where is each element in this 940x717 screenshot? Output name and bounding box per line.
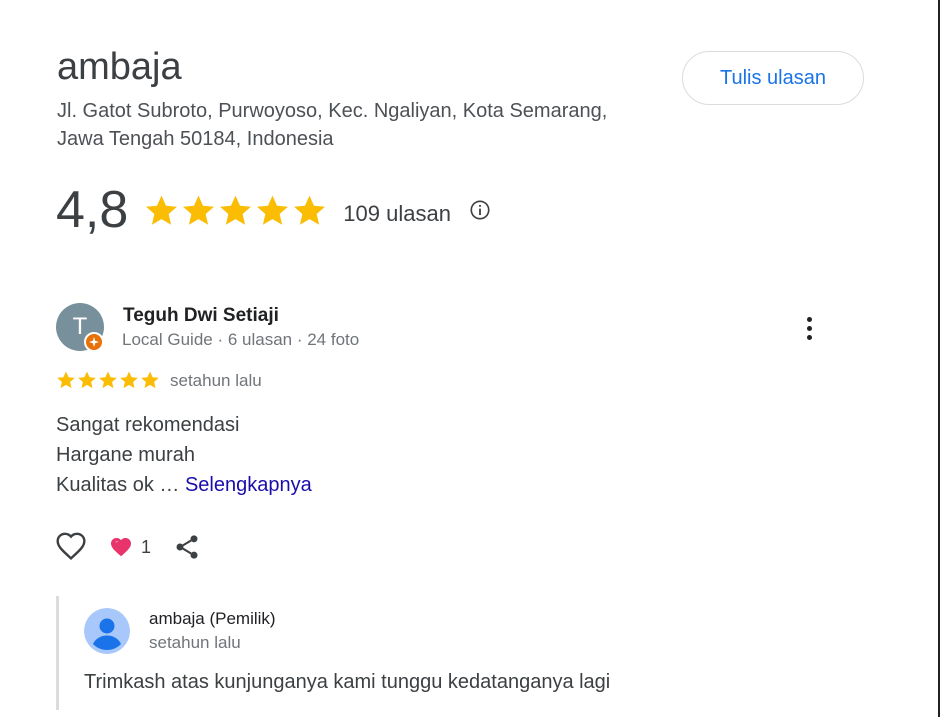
star-icon [99,371,117,389]
owner-avatar [84,608,130,654]
read-more-link[interactable]: Selengkapnya [185,474,312,496]
review-line: Hargane murah [56,444,195,466]
star-icon [120,371,138,389]
owner-reply-text: Trimkash atas kunjunganya kami tunggu ke… [84,671,611,693]
owner-reply-bar [56,596,59,710]
reviewer-name[interactable]: Teguh Dwi Setiaji [123,305,279,327]
owner-name: ambaja (Pemilik) [149,609,276,628]
review-line-last: Kualitas ok … Selengkapnya [56,470,312,500]
owner-reply-time: setahun lalu [149,633,241,652]
more-options-button[interactable] [796,312,822,344]
review-line: Kualitas ok … [56,474,180,496]
review-stars [56,370,160,390]
star-icon [146,195,178,225]
review-text: Sangat rekomendasi Hargane murah Kualita… [56,410,312,500]
rating-score: 4,8 [56,181,129,239]
rating-stars [144,193,327,228]
dot [806,334,812,340]
dot [806,325,812,331]
review-panel: ambaja Jl. Gatot Subroto, Purwoyoso, Kec… [0,0,940,717]
star-icon [257,195,289,225]
reaction-button[interactable]: 1 [109,535,151,559]
sparkle-icon [89,337,99,347]
review-count: 109 ulasan [343,201,451,226]
heart-outline-icon[interactable] [55,531,87,563]
info-icon[interactable] [469,199,491,221]
dot [806,316,812,322]
star-icon [220,195,252,225]
heart-icon [111,538,131,557]
review-actions: 1 [55,530,201,564]
star-icon [183,195,215,225]
share-icon[interactable] [173,533,201,561]
place-name: ambaja [57,46,182,88]
star-icon [78,371,96,389]
star-icon [294,195,326,225]
person-icon [84,608,130,654]
write-review-button[interactable]: Tulis ulasan [682,51,864,105]
reviewer-meta: Local Guide · 6 ulasan · 24 foto [122,330,360,349]
review-time: setahun lalu [170,371,262,390]
rating-summary: 4,8 109 ulasan [56,178,491,242]
review-line: Sangat rekomendasi [56,414,240,436]
star-icon [141,371,159,389]
reaction-count: 1 [141,536,152,557]
local-guide-badge-icon [84,332,104,352]
place-address: Jl. Gatot Subroto, Purwoyoso, Kec. Ngali… [57,100,608,150]
star-icon [57,371,75,389]
